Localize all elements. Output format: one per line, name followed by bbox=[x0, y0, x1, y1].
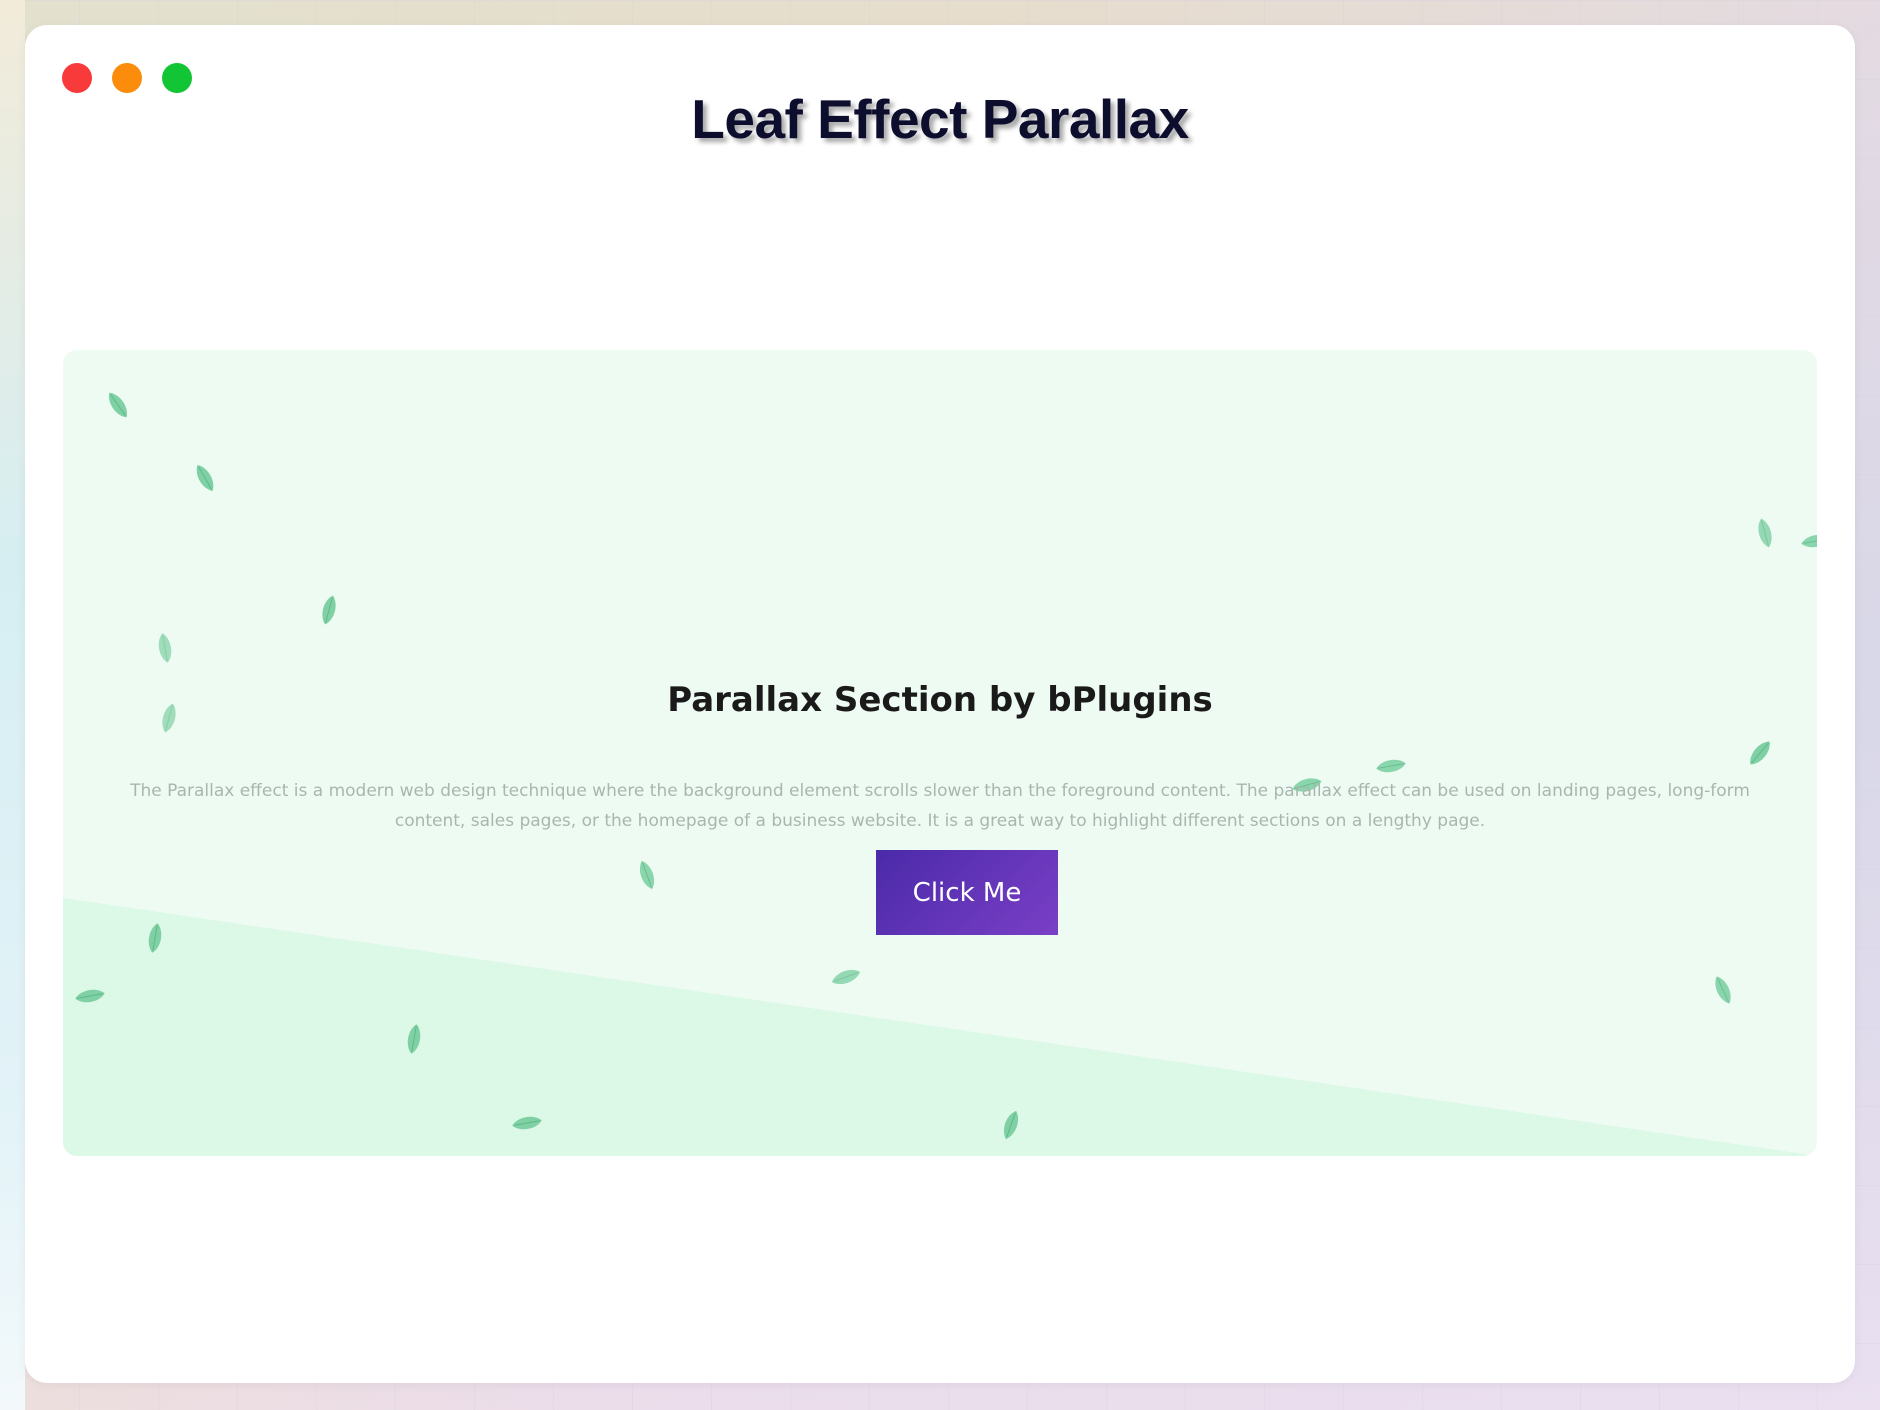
leaf-icon bbox=[75, 989, 105, 1003]
leaf-icon bbox=[512, 1116, 542, 1130]
leaf-icon bbox=[1758, 518, 1772, 548]
leaf-icon bbox=[196, 465, 214, 491]
click-me-button[interactable]: Click Me bbox=[876, 850, 1058, 935]
leaf-icon bbox=[148, 923, 162, 953]
section-heading: Parallax Section by bPlugins bbox=[667, 680, 1213, 720]
parallax-section: Parallax Section by bPlugins The Paralla… bbox=[63, 350, 1817, 1156]
leaf-icon bbox=[1003, 1110, 1019, 1140]
leaf-icon bbox=[1376, 759, 1406, 773]
leaf-icon bbox=[831, 969, 861, 985]
leaf-icon bbox=[639, 860, 655, 890]
leaf-icon bbox=[158, 633, 172, 663]
section-description: The Parallax effect is a modern web desi… bbox=[130, 781, 1750, 831]
leaf-icon bbox=[1750, 741, 1770, 765]
leaf-icon bbox=[108, 392, 128, 418]
leaf-icon bbox=[322, 595, 336, 625]
leaf-icon bbox=[1715, 976, 1731, 1004]
page-background-edge bbox=[0, 0, 25, 1410]
page-title: Leaf Effect Parallax bbox=[691, 88, 1189, 150]
leaf-icon bbox=[1801, 534, 1817, 548]
browser-window: Leaf Effect Parallax Parallax Section by… bbox=[25, 25, 1855, 1383]
falling-leaves bbox=[75, 392, 1817, 1140]
leaf-icon bbox=[407, 1024, 421, 1054]
